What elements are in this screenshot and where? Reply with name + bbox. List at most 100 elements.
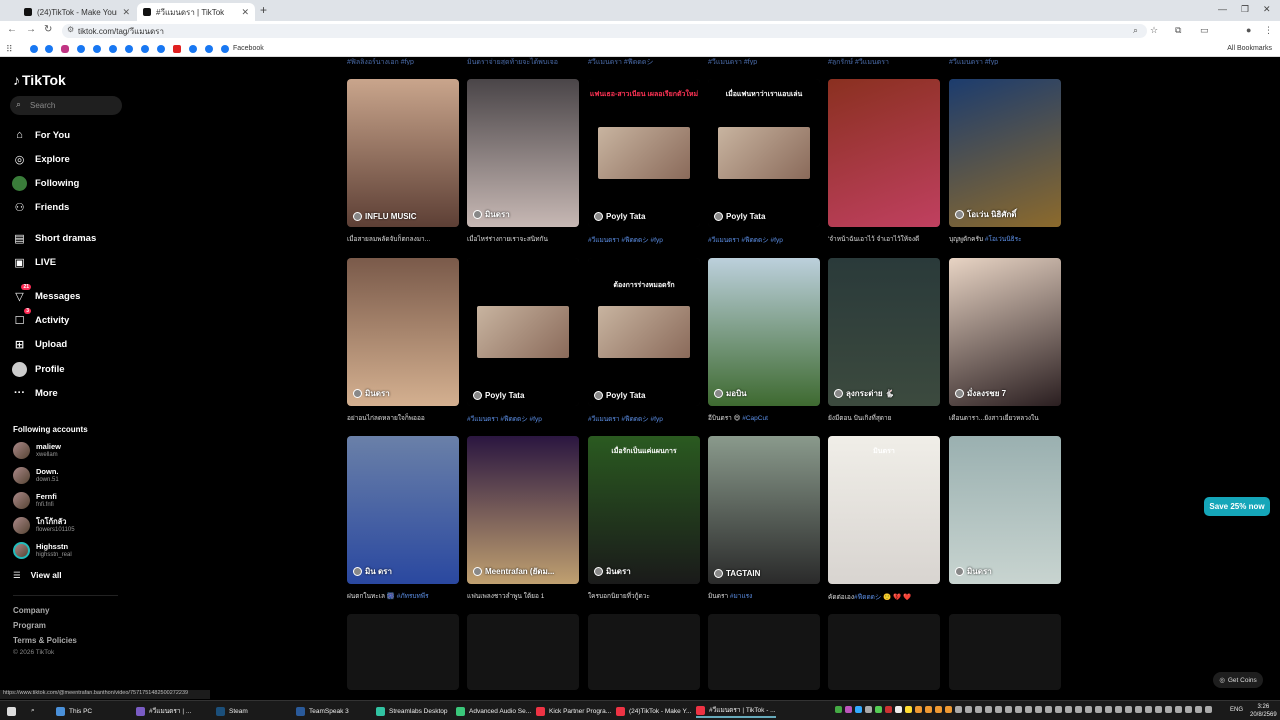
tray-icon[interactable] bbox=[1065, 706, 1072, 713]
video-owner[interactable]: Poyly Tata bbox=[594, 391, 645, 400]
video-card[interactable]: เมื่อแฟนหาว่าเราแอบเล่น Poyly Tata bbox=[708, 79, 820, 227]
video-owner[interactable]: Poyly Tata bbox=[714, 212, 765, 221]
caption-hashtags[interactable]: #ภัทรบทพีร bbox=[397, 593, 429, 600]
nav-profile[interactable]: Profile bbox=[12, 360, 65, 378]
video-card[interactable]: โอเว่น นิธิศักดิ์ bbox=[949, 79, 1061, 227]
close-window-button[interactable]: ✕ bbox=[1263, 4, 1271, 15]
clock[interactable]: 3:26 20/8/2569 bbox=[1250, 703, 1277, 719]
video-card[interactable]: มินดรา bbox=[828, 436, 940, 584]
video-card-loading[interactable] bbox=[949, 614, 1061, 690]
tray-icon[interactable] bbox=[935, 706, 942, 713]
view-all-button[interactable]: ☰ View all bbox=[13, 570, 62, 581]
caption-hashtags[interactable]: #วีแมนดรา #ฟีดดดシ #fyp bbox=[588, 237, 663, 244]
tray-icon[interactable] bbox=[1025, 706, 1032, 713]
back-button[interactable]: ← bbox=[7, 24, 17, 35]
reload-button[interactable]: ↻ bbox=[44, 24, 52, 35]
maximize-button[interactable]: ❐ bbox=[1241, 4, 1249, 15]
account-item[interactable]: Fernfi fnfi.fnfi bbox=[13, 489, 57, 511]
tray-icon[interactable] bbox=[965, 706, 972, 713]
video-card[interactable]: เมื่อรักเป็นแค่แผนการ มินดรา bbox=[588, 436, 700, 584]
footer-program-link[interactable]: Program bbox=[13, 621, 46, 630]
tray-icon[interactable] bbox=[985, 706, 992, 713]
video-card[interactable]: INFLU MUSIC bbox=[347, 79, 459, 227]
tray-icon[interactable] bbox=[995, 706, 1002, 713]
close-tab-icon[interactable]: ✕ bbox=[122, 7, 130, 18]
tray-icon[interactable] bbox=[1045, 706, 1052, 713]
video-owner[interactable]: มั่งลงรชย 7 bbox=[955, 387, 1006, 400]
video-owner[interactable]: มอบิน bbox=[714, 387, 747, 400]
nav-more[interactable]: ··· More bbox=[12, 384, 58, 402]
video-owner[interactable]: Poyly Tata bbox=[594, 212, 645, 221]
video-card-loading[interactable] bbox=[467, 614, 579, 690]
caption-hashtags[interactable]: #ฟีดดดシ 🙂 💔 ❤️ bbox=[854, 594, 911, 601]
tray-icon[interactable] bbox=[1165, 706, 1172, 713]
video-caption[interactable]: #วีแมนดรา #ฟีดดดシ #fyp bbox=[588, 234, 700, 245]
account-item[interactable]: Highsstn highsstn_real bbox=[13, 539, 72, 561]
video-owner[interactable]: โอเว่น นิธิศักดิ์ bbox=[955, 208, 1017, 221]
menu-kebab-icon[interactable]: ⋮ bbox=[1264, 25, 1273, 36]
video-caption[interactable]: อย่าอนไก่ลดหลายใจก็พอออ bbox=[347, 413, 459, 423]
system-tray[interactable] bbox=[835, 706, 1215, 716]
nav-activity[interactable]: ☐ 3 Activity bbox=[12, 307, 69, 329]
taskbar-kick[interactable]: Kick Partner Progra... bbox=[536, 704, 611, 718]
minimize-button[interactable]: — bbox=[1218, 4, 1227, 14]
video-card[interactable] bbox=[828, 79, 940, 227]
footer-company-link[interactable]: Company bbox=[13, 606, 49, 615]
close-tab-icon[interactable]: ✕ bbox=[241, 7, 249, 18]
facebook-bookmark-icon[interactable] bbox=[189, 45, 197, 53]
taskbar-streamlabs[interactable]: Streamlabs Desktop bbox=[376, 704, 448, 718]
youtube-bookmark-icon[interactable] bbox=[173, 45, 181, 53]
video-card[interactable]: ลุงกระต่าย 🐇 bbox=[828, 258, 940, 406]
search-input[interactable]: ⌕ Search bbox=[10, 96, 122, 115]
zoom-icon[interactable]: ⌕ bbox=[1133, 25, 1138, 36]
taskbar-chrome-tab[interactable]: #วีแมนดรา | ... bbox=[136, 704, 191, 718]
get-coins-button[interactable]: ◎ Get Coins bbox=[1213, 672, 1263, 688]
tray-icon[interactable] bbox=[975, 706, 982, 713]
video-caption[interactable]: อีบินดรา 😄 #CapCut bbox=[708, 413, 820, 423]
tray-icon[interactable] bbox=[1155, 706, 1162, 713]
video-card[interactable]: มั่งลงรชย 7 bbox=[949, 258, 1061, 406]
caption-hashtags[interactable]: #วีแมนดรา #ฟีดดดシ #fyp bbox=[708, 237, 783, 244]
video-owner[interactable]: มินดรา bbox=[353, 387, 390, 400]
video-card[interactable]: มินดรา bbox=[347, 258, 459, 406]
video-card-loading[interactable] bbox=[588, 614, 700, 690]
extensions-icon[interactable]: ⧉ bbox=[1175, 25, 1181, 36]
facebook-bookmark-icon[interactable] bbox=[221, 45, 229, 53]
tray-icon[interactable] bbox=[905, 706, 912, 713]
tray-icon[interactable] bbox=[1135, 706, 1142, 713]
tray-icon[interactable] bbox=[1095, 706, 1102, 713]
facebook-bookmark-icon[interactable] bbox=[205, 45, 213, 53]
video-caption[interactable]: คัดต่อเอง#ฟีดดดシ 🙂 💔 ❤️ bbox=[828, 591, 940, 602]
video-owner[interactable]: Poyly Tata bbox=[473, 391, 524, 400]
video-card[interactable]: Poyly Tata bbox=[467, 258, 579, 406]
video-card[interactable]: Meentrafan (ยัดม... bbox=[467, 436, 579, 584]
taskbar-steam[interactable]: Steam bbox=[216, 704, 248, 718]
address-bar[interactable]: ⚙ tiktok.com/tag/วีแมนดรา bbox=[62, 24, 1147, 38]
tray-icon[interactable] bbox=[1205, 706, 1212, 713]
video-caption[interactable]: ยังมีตอน ปันเกิงที่สุดาย bbox=[828, 413, 940, 423]
tray-icon[interactable] bbox=[1145, 706, 1152, 713]
tray-icon[interactable] bbox=[1105, 706, 1112, 713]
tray-icon[interactable] bbox=[885, 706, 892, 713]
cast-icon[interactable]: ▭ bbox=[1200, 25, 1209, 36]
video-owner[interactable]: Meentrafan (ยัดม... bbox=[473, 565, 554, 578]
video-caption[interactable]: เมื่อไหร่ร่างกายเราจะสนิทกัน bbox=[467, 234, 579, 244]
tray-icon[interactable] bbox=[845, 706, 852, 713]
taskbar-audio[interactable]: Advanced Audio Se... bbox=[456, 704, 531, 718]
bookmark-star-icon[interactable]: ☆ bbox=[1150, 25, 1158, 36]
video-caption[interactable]: 'จำหน้าฉันเอาไว้ จำเอาไว้ให้จงดี bbox=[828, 234, 940, 244]
video-card[interactable]: แฟนเธอ-สาวเนียน เผลอเรียกตัวใหม่ Poyly Ta… bbox=[588, 79, 700, 227]
nav-live[interactable]: ▣ LIVE bbox=[12, 253, 56, 271]
video-card[interactable]: ต้องการร่างหมอดรัก Poyly Tata bbox=[588, 258, 700, 406]
facebook-bookmark-icon[interactable] bbox=[109, 45, 117, 53]
tray-icon[interactable] bbox=[915, 706, 922, 713]
tray-icon[interactable] bbox=[945, 706, 952, 713]
tray-icon[interactable] bbox=[1125, 706, 1132, 713]
tray-icon[interactable] bbox=[925, 706, 932, 713]
start-button[interactable] bbox=[7, 704, 16, 718]
nav-explore[interactable]: ◎ Explore bbox=[12, 150, 70, 168]
tray-icon[interactable] bbox=[1075, 706, 1082, 713]
video-caption[interactable]: #วีแมนดรา #ฟีดดดシ #fyp bbox=[708, 234, 820, 245]
facebook-bookmark-icon[interactable] bbox=[45, 45, 53, 53]
tray-icon[interactable] bbox=[955, 706, 962, 713]
